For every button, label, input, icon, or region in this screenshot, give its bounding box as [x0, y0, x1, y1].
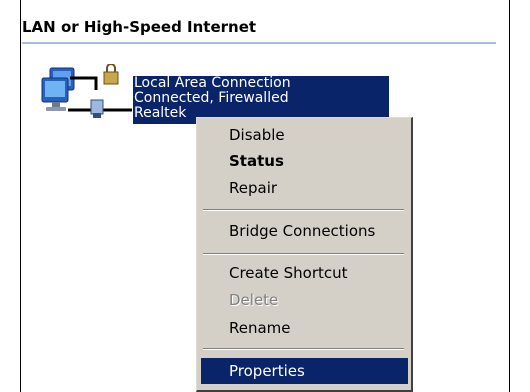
menu-separator: [203, 209, 404, 211]
context-menu: Disable Status Repair Bridge Connections…: [196, 117, 413, 392]
network-connection-firewalled-icon[interactable]: [40, 63, 132, 122]
menu-item-rename[interactable]: Rename: [201, 315, 408, 341]
menu-separator: [203, 253, 404, 255]
menu-item-delete: Delete: [229, 291, 279, 309]
connection-status: Connected, Firewalled: [134, 90, 289, 106]
menu-item-repair[interactable]: Repair: [201, 175, 408, 201]
menu-separator: [203, 348, 404, 350]
group-header-divider: [22, 42, 496, 44]
group-header: LAN or High-Speed Internet: [22, 18, 257, 36]
menu-item-disable[interactable]: Disable: [201, 122, 408, 148]
menu-item-bridge-connections[interactable]: Bridge Connections: [201, 218, 408, 244]
menu-item-status[interactable]: Status: [201, 148, 408, 174]
menu-item-create-shortcut[interactable]: Create Shortcut: [201, 260, 408, 286]
menu-item-properties[interactable]: Properties: [201, 358, 408, 384]
connection-name: Local Area Connection: [134, 75, 291, 91]
